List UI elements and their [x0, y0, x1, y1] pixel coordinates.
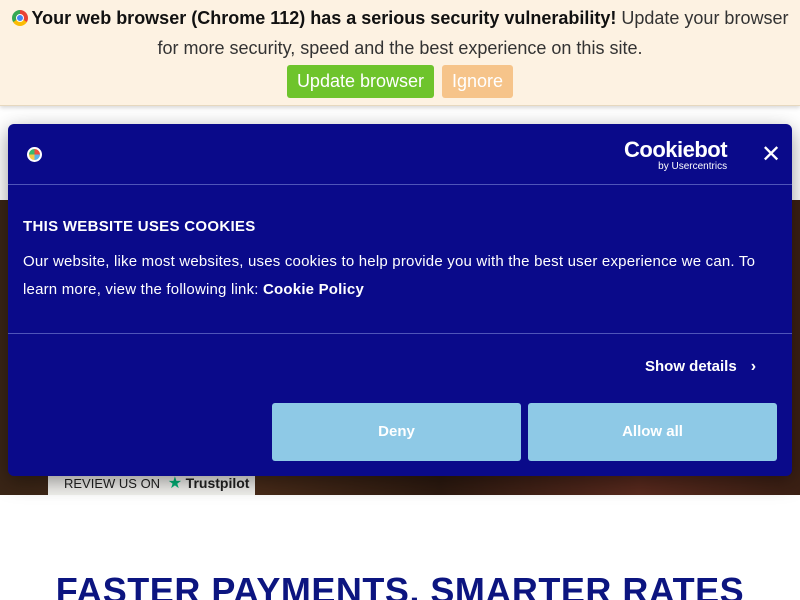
update-browser-button[interactable]: Update browser — [286, 65, 435, 98]
cookie-body-text: Our website, like most websites, uses co… — [23, 253, 756, 298]
cookiebot-brand-name: Cookiebot — [624, 137, 728, 162]
cookie-policy-link[interactable]: Cookie Policy — [263, 281, 364, 298]
cookiebot-logo: Cookiebot by Usercentrics — [624, 137, 728, 172]
cookie-dialog-body: Our website, like most websites, uses co… — [23, 248, 783, 304]
allow-all-button[interactable]: Allow all — [528, 403, 777, 461]
trustpilot-review-text: REVIEW US ON — [64, 476, 161, 491]
cookie-consent-dialog: Cookiebot by Usercentrics ✕ THIS WEBSITE… — [8, 124, 792, 476]
cookie-dialog-divider — [8, 333, 792, 334]
ignore-button[interactable]: Ignore — [442, 65, 514, 98]
trustpilot-brand: Trustpilot — [185, 475, 250, 491]
cookie-dialog-title: THIS WEBSITE USES COOKIES — [23, 218, 256, 235]
update-warning-rest: Update your browser — [616, 8, 789, 28]
cookie-dialog-header: Cookiebot by Usercentrics ✕ — [8, 124, 792, 185]
site-logo-icon — [27, 147, 42, 162]
deny-button[interactable]: Deny — [272, 403, 521, 461]
show-details-button[interactable]: Show details › — [645, 358, 756, 376]
update-message: Your web browser (Chrome 112) has a seri… — [0, 0, 800, 63]
page-headline: FASTER PAYMENTS, SMARTER RATES — [55, 570, 745, 600]
cookiebot-brand-sub: by Usercentrics — [658, 161, 728, 172]
chevron-right-icon: › — [750, 358, 757, 375]
show-details-label: Show details — [645, 358, 737, 375]
chrome-icon — [11, 10, 28, 26]
trustpilot-star-icon: ★ — [167, 475, 183, 492]
update-warning-bold: Your web browser (Chrome 112) has a seri… — [31, 8, 617, 28]
browser-update-bar: Your web browser (Chrome 112) has a seri… — [0, 0, 800, 106]
close-icon[interactable]: ✕ — [759, 143, 783, 167]
update-warning-line2: for more security, speed and the best ex… — [157, 38, 643, 58]
